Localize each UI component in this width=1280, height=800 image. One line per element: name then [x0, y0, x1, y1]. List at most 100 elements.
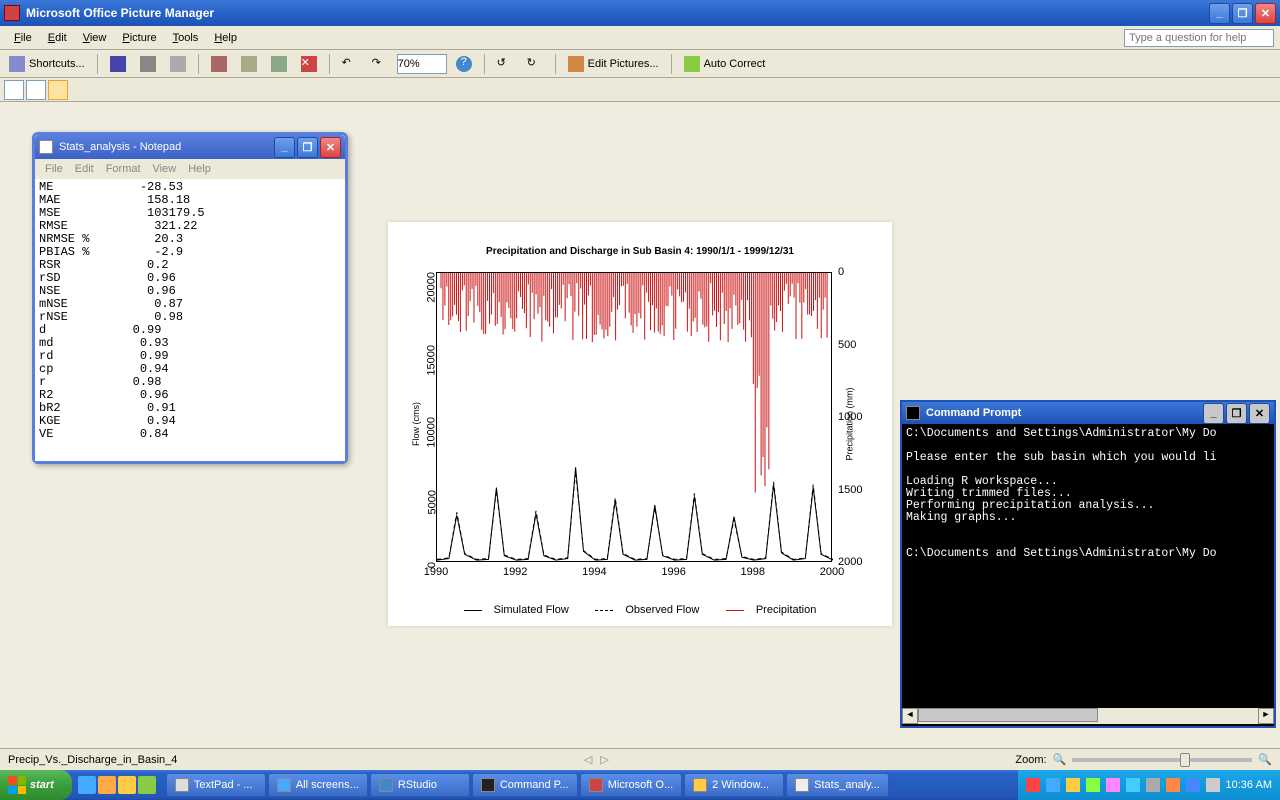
- tray-icon[interactable]: [1166, 778, 1180, 792]
- notepad-menu-file[interactable]: File: [39, 161, 69, 177]
- tray-icon[interactable]: [1206, 778, 1220, 792]
- toolbar: Shortcuts... ✕ ↶ ↷ ? ↺ ↻ Edit Pictures..…: [0, 50, 1280, 78]
- scroll-left-icon[interactable]: ◄: [902, 708, 918, 724]
- notepad-menu-help[interactable]: Help: [182, 161, 217, 177]
- next-image-icon[interactable]: ▷: [600, 753, 608, 766]
- notepad-menu-edit[interactable]: Edit: [69, 161, 100, 177]
- edit-pictures-button[interactable]: Edit Pictures...: [563, 53, 664, 75]
- system-tray: 10:36 AM: [1018, 770, 1280, 800]
- ql-ie-icon[interactable]: [78, 776, 96, 794]
- command-prompt-window[interactable]: Command Prompt _ ❐ ✕ C:\Documents and Se…: [900, 400, 1276, 728]
- undo-icon[interactable]: ↶: [337, 53, 363, 75]
- task-button[interactable]: Stats_analy...: [786, 773, 889, 797]
- cmd-body[interactable]: C:\Documents and Settings\Administrator\…: [902, 424, 1274, 708]
- tray-icon[interactable]: [1146, 778, 1160, 792]
- zoom-slider[interactable]: [1072, 758, 1252, 762]
- task-button[interactable]: Microsoft O...: [580, 773, 682, 797]
- cmd-minimize-button[interactable]: _: [1203, 403, 1224, 424]
- ql-firefox-icon[interactable]: [98, 776, 116, 794]
- quick-launch: [72, 776, 162, 794]
- windows-logo-icon: [8, 776, 26, 794]
- delete-icon[interactable]: ✕: [296, 53, 322, 75]
- task-buttons: TextPad - ...All screens...RStudioComman…: [162, 773, 1018, 797]
- cmd-maximize-button[interactable]: ❐: [1226, 403, 1247, 424]
- task-button[interactable]: RStudio: [370, 773, 470, 797]
- chart-title: Precipitation and Discharge in Sub Basin…: [388, 222, 892, 257]
- menu-edit[interactable]: Edit: [40, 28, 75, 48]
- copy-icon[interactable]: [236, 53, 262, 75]
- cmd-close-button[interactable]: ✕: [1249, 403, 1270, 424]
- tray-icon[interactable]: [1026, 778, 1040, 792]
- redo-icon[interactable]: ↷: [367, 53, 393, 75]
- menu-view[interactable]: View: [75, 28, 115, 48]
- help-icon[interactable]: ?: [451, 53, 477, 75]
- cmd-title: Command Prompt: [926, 407, 1203, 419]
- notepad-title: Stats_analysis - Notepad: [59, 141, 274, 153]
- scroll-right-icon[interactable]: ►: [1258, 708, 1274, 724]
- plot-area: [436, 272, 832, 562]
- paste-icon[interactable]: [266, 53, 292, 75]
- shortcuts-button[interactable]: Shortcuts...: [4, 53, 90, 75]
- menu-picture[interactable]: Picture: [114, 28, 164, 48]
- notepad-menubar: File Edit Format View Help: [35, 159, 345, 179]
- rotate-left-icon[interactable]: ↺: [492, 53, 518, 75]
- statusbar: Precip_Vs._Discharge_in_Basin_4 ◁ ▷ Zoom…: [0, 748, 1280, 770]
- menu-help[interactable]: Help: [206, 28, 245, 48]
- zoom-out-icon[interactable]: 🔍: [1053, 753, 1067, 766]
- ql-desktop-icon[interactable]: [138, 776, 156, 794]
- chart-legend: Simulated Flow Observed Flow Precipitati…: [388, 604, 892, 616]
- task-button[interactable]: Command P...: [472, 773, 578, 797]
- workspace: Stats_analysis - Notepad _ ❐ ✕ File Edit…: [0, 102, 1280, 748]
- scroll-thumb[interactable]: [918, 708, 1098, 722]
- clock[interactable]: 10:36 AM: [1226, 779, 1272, 791]
- task-button[interactable]: 2 Window...: [684, 773, 784, 797]
- notepad-icon: [39, 140, 53, 154]
- cut-icon[interactable]: [206, 53, 232, 75]
- notepad-window[interactable]: Stats_analysis - Notepad _ ❐ ✕ File Edit…: [32, 132, 348, 464]
- rotate-right-icon[interactable]: ↻: [522, 53, 548, 75]
- notepad-maximize-button[interactable]: ❐: [297, 137, 318, 158]
- cmd-titlebar[interactable]: Command Prompt _ ❐ ✕: [902, 402, 1274, 424]
- auto-correct-button[interactable]: Auto Correct: [679, 53, 771, 75]
- filmstrip-view-icon[interactable]: [26, 80, 46, 100]
- menubar: File Edit View Picture Tools Help: [0, 26, 1280, 50]
- notepad-minimize-button[interactable]: _: [274, 137, 295, 158]
- close-button[interactable]: ✕: [1255, 3, 1276, 24]
- ql-explorer-icon[interactable]: [118, 776, 136, 794]
- notepad-menu-format[interactable]: Format: [100, 161, 147, 177]
- app-icon: [4, 5, 20, 21]
- y-ticks-left: 05000100001500020000: [408, 272, 434, 562]
- tray-icon[interactable]: [1086, 778, 1100, 792]
- notepad-menu-view[interactable]: View: [147, 161, 183, 177]
- nav-arrows: ◁ ▷: [584, 753, 609, 766]
- help-search: [1124, 29, 1274, 47]
- minimize-button[interactable]: _: [1209, 3, 1230, 24]
- print-icon[interactable]: [135, 53, 161, 75]
- tray-icon[interactable]: [1046, 778, 1060, 792]
- mail-icon[interactable]: [165, 53, 191, 75]
- menu-file[interactable]: File: [6, 28, 40, 48]
- menu-tools[interactable]: Tools: [165, 28, 207, 48]
- cmd-scrollbar[interactable]: ◄ ►: [902, 708, 1274, 724]
- task-button[interactable]: TextPad - ...: [166, 773, 266, 797]
- zoom-select[interactable]: [397, 54, 447, 74]
- start-button[interactable]: start: [0, 770, 72, 800]
- thumbnail-view-icon[interactable]: [4, 80, 24, 100]
- tray-icon[interactable]: [1126, 778, 1140, 792]
- notepad-close-button[interactable]: ✕: [320, 137, 341, 158]
- app-title: Microsoft Office Picture Manager: [26, 6, 1209, 20]
- main-titlebar: Microsoft Office Picture Manager _ ❐ ✕: [0, 0, 1280, 26]
- tray-icon[interactable]: [1066, 778, 1080, 792]
- notepad-body[interactable]: ME -28.53 MAE 158.18 MSE 103179.5 RMSE 3…: [35, 179, 345, 461]
- notepad-titlebar[interactable]: Stats_analysis - Notepad _ ❐ ✕: [35, 135, 345, 159]
- single-view-icon[interactable]: [48, 80, 68, 100]
- help-search-input[interactable]: [1124, 29, 1274, 47]
- save-icon[interactable]: [105, 53, 131, 75]
- task-button[interactable]: All screens...: [268, 773, 368, 797]
- maximize-button[interactable]: ❐: [1232, 3, 1253, 24]
- cmd-icon: [906, 406, 920, 420]
- prev-image-icon[interactable]: ◁: [584, 753, 592, 766]
- tray-icon[interactable]: [1106, 778, 1120, 792]
- tray-icon[interactable]: [1186, 778, 1200, 792]
- zoom-in-icon[interactable]: 🔍: [1258, 753, 1272, 766]
